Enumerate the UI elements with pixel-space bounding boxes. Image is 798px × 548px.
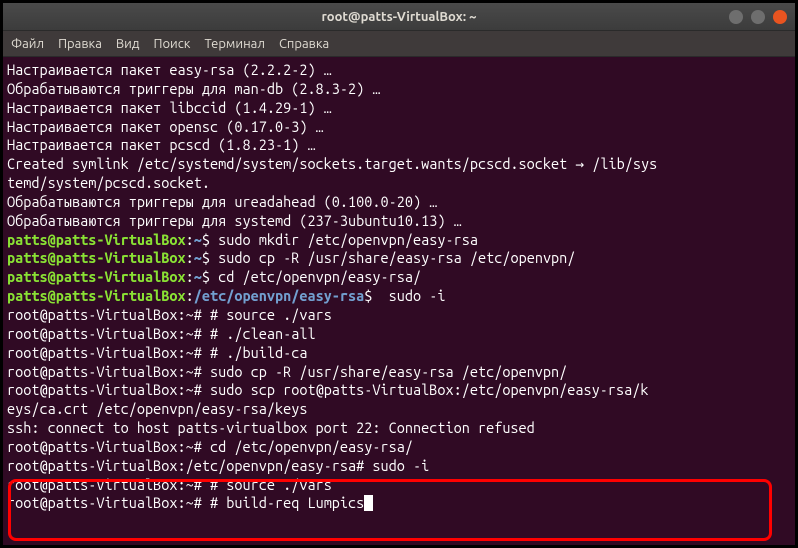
- terminal-line: root@patts-VirtualBox:~# # source ./vars: [7, 306, 791, 325]
- terminal-line: ssh: connect to host patts-virtualbox po…: [7, 419, 791, 438]
- terminal-line: root@patts-VirtualBox:~# # ./build-ca: [7, 344, 791, 363]
- terminal-line: Обрабатываются триггеры для ureadahead (…: [7, 193, 791, 212]
- terminal-line: Обрабатываются триггеры для systemd (237…: [7, 212, 791, 231]
- terminal-window: root@patts-VirtualBox: ~ Файл Правка Вид…: [3, 3, 795, 545]
- terminal-line: root@patts-VirtualBox:/etc/openvpn/easy-…: [7, 457, 791, 476]
- terminal-line: patts@patts-VirtualBox:/etc/openvpn/easy…: [7, 287, 791, 306]
- terminal-line: Настраивается пакет opensc (0.17.0-3) …: [7, 118, 791, 137]
- terminal-line: root@patts-VirtualBox:~# # ./clean-all: [7, 325, 791, 344]
- close-button[interactable]: [773, 10, 787, 24]
- cursor: [364, 495, 373, 511]
- menu-search[interactable]: Поиск: [153, 37, 190, 51]
- terminal-line: eys/ca.crt /etc/openvpn/easy-rsa/keys: [7, 400, 791, 419]
- maximize-button[interactable]: [751, 10, 765, 24]
- menu-file[interactable]: Файл: [11, 37, 44, 51]
- menubar: Файл Правка Вид Поиск Терминал Справка: [3, 31, 795, 57]
- terminal-line: Created symlink /etc/systemd/system/sock…: [7, 155, 791, 174]
- menu-terminal[interactable]: Терминал: [204, 37, 264, 51]
- terminal-line: temd/system/pcscd.socket.: [7, 174, 791, 193]
- window-title: root@patts-VirtualBox: ~: [322, 10, 477, 24]
- terminal-line: Настраивается пакет pcscd (1.8.23-1) …: [7, 136, 791, 155]
- terminal-line: root@patts-VirtualBox:~# # source ./vars: [7, 476, 791, 495]
- minimize-button[interactable]: [729, 10, 743, 24]
- terminal-line: Настраивается пакет easy-rsa (2.2.2-2) …: [7, 61, 791, 80]
- terminal-line: root@patts-VirtualBox:~# sudo scp root@p…: [7, 381, 791, 400]
- terminal-line: root@patts-VirtualBox:~# cd /etc/openvpn…: [7, 438, 791, 457]
- titlebar: root@patts-VirtualBox: ~: [3, 3, 795, 31]
- menu-edit[interactable]: Правка: [58, 37, 102, 51]
- menu-help[interactable]: Справка: [279, 37, 329, 51]
- terminal-line: root@patts-VirtualBox:~# sudo cp -R /usr…: [7, 363, 791, 382]
- terminal-line: patts@patts-VirtualBox:~$ sudo cp -R /us…: [7, 249, 791, 268]
- terminal-line: Обрабатываются триггеры для man-db (2.8.…: [7, 80, 791, 99]
- window-controls: [729, 10, 787, 24]
- terminal-line: patts@patts-VirtualBox:~$ sudo mkdir /et…: [7, 231, 791, 250]
- terminal-line: root@patts-VirtualBox:~# # build-req Lum…: [7, 494, 791, 513]
- terminal-output[interactable]: Настраивается пакет easy-rsa (2.2.2-2) ……: [3, 57, 795, 545]
- terminal-line: patts@patts-VirtualBox:~$ cd /etc/openvp…: [7, 268, 791, 287]
- terminal-line: Настраивается пакет libccid (1.4.29-1) …: [7, 99, 791, 118]
- menu-view[interactable]: Вид: [116, 37, 140, 51]
